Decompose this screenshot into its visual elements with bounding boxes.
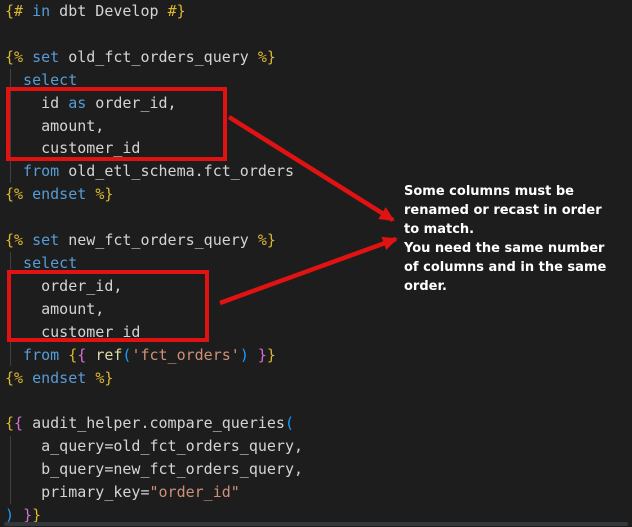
code-line: primary_key="order_id" (5, 481, 303, 504)
highlight-box-new-columns (7, 270, 209, 342)
code-line: {% endset %} (5, 183, 303, 206)
code-line: from old_etl_schema.fct_orders (5, 160, 303, 183)
code-editor[interactable]: {# in dbt Develop #} {% set old_fct_order… (0, 0, 632, 527)
code-line (5, 389, 303, 412)
annotation-note: Some columns must be renamed or recast i… (404, 182, 632, 296)
code-line: b_query=new_fct_orders_query, (5, 458, 303, 481)
horizontal-scrollbar[interactable] (4, 522, 628, 526)
code-line: {# in dbt Develop #} (5, 0, 303, 23)
code-line (5, 23, 303, 46)
code-line (5, 206, 303, 229)
code-line: {% set new_fct_orders_query %} (5, 229, 303, 252)
code-line: {% set old_fct_orders_query %} (5, 46, 303, 69)
highlight-box-old-columns (6, 87, 227, 161)
code-area: {# in dbt Develop #} {% set old_fct_order… (5, 0, 303, 527)
code-line: {{ audit_helper.compare_queries( (5, 412, 303, 435)
code-line: a_query=old_fct_orders_query, (5, 435, 303, 458)
code-line: {% endset %} (5, 367, 303, 390)
code-line: from {{ ref('fct_orders') }} (5, 344, 303, 367)
